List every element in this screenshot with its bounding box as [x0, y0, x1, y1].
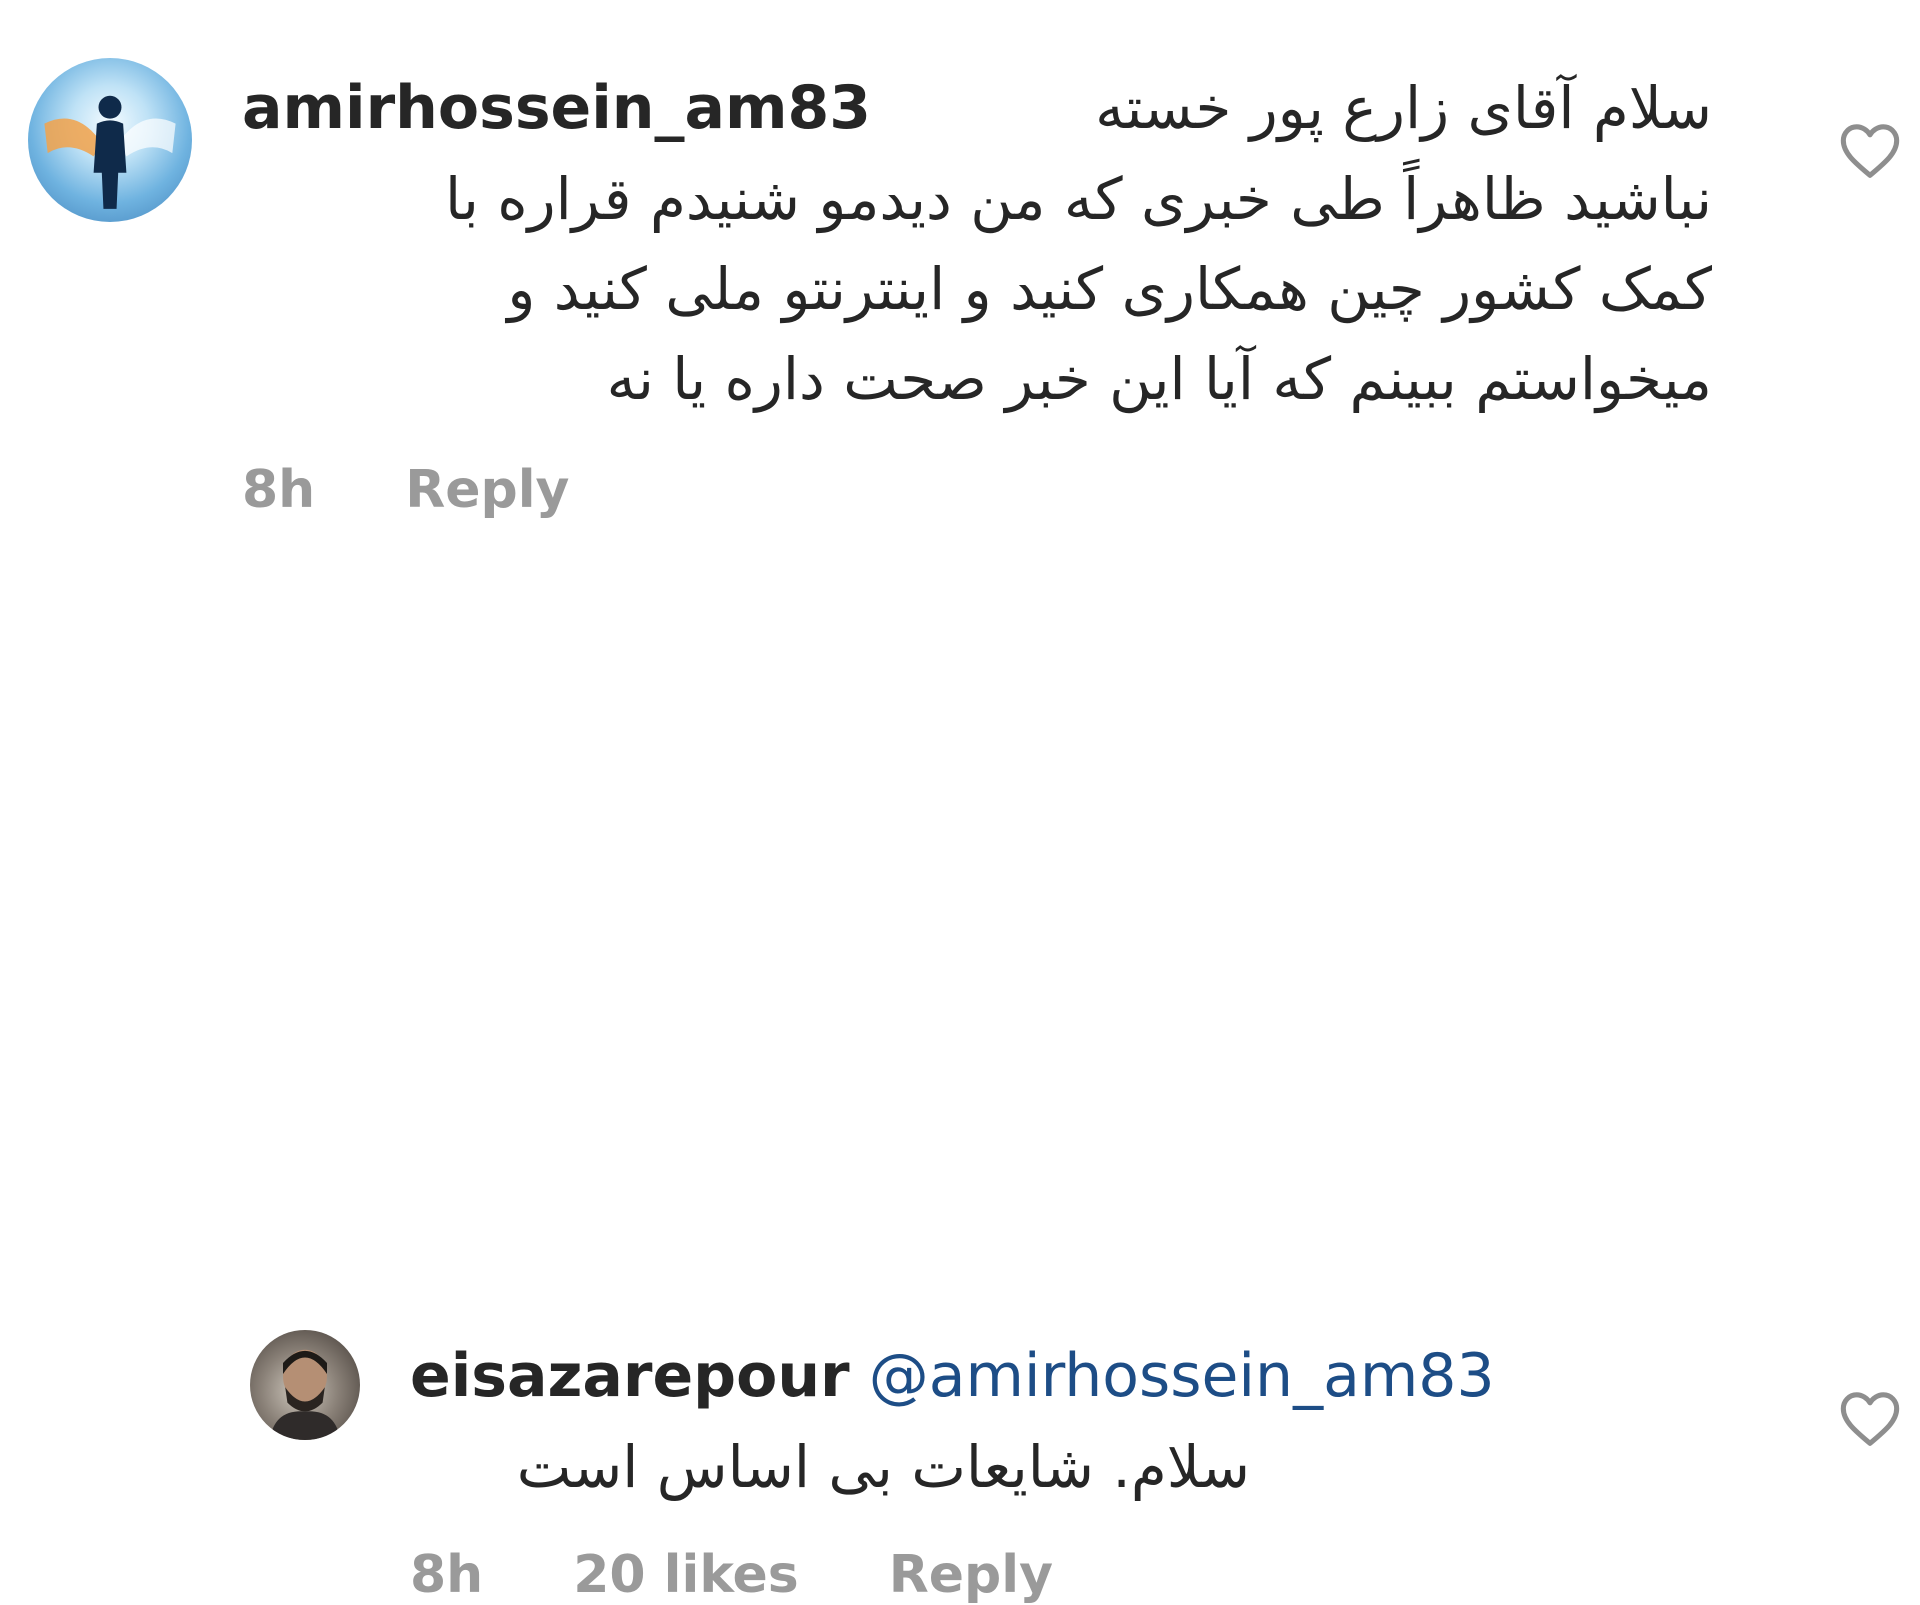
reply-button[interactable]: Reply [889, 1545, 1053, 1605]
comment-content: amirhossein_am83 سلام آقای زارع پور خسته… [242, 62, 1712, 424]
comment-username[interactable]: eisazarepour [410, 1341, 850, 1411]
avatar-figure-icon [44, 95, 176, 209]
comment-reply-item: eisazarepour @amirhossein_am83 سلام. شای… [0, 640, 1920, 1605]
comment-text-line: سلام آقای زارع پور خسته [1095, 74, 1712, 142]
heart-outline-icon[interactable] [1838, 120, 1902, 180]
comment-meta: 8h Reply [242, 460, 569, 520]
comment-username[interactable]: amirhossein_am83 [242, 62, 871, 154]
comment-text-line: نباشید ظاهراً طی خبری که من دیدمو شنیدم … [445, 165, 1712, 233]
comment-text-line: کمک کشور چین همکاری کنید و اینترنتو ملی … [507, 255, 1712, 323]
comment-timestamp: 8h [242, 460, 316, 520]
likes-count[interactable]: 20 likes [573, 1545, 799, 1605]
comment-text: سلام. شایعات بی اساس است [516, 1433, 1250, 1501]
comment-content: eisazarepour @amirhossein_am83 سلام. شای… [410, 1330, 1710, 1512]
avatar[interactable] [250, 1330, 360, 1440]
heart-outline-icon[interactable] [1838, 1388, 1902, 1448]
comment-headline: amirhossein_am83 سلام آقای زارع پور خسته [242, 62, 1712, 154]
comment-item: amirhossein_am83 سلام آقای زارع پور خسته… [0, 0, 1920, 560]
reply-button[interactable]: Reply [405, 460, 569, 520]
mention-link[interactable]: @amirhossein_am83 [869, 1341, 1495, 1411]
comment-headline: eisazarepour @amirhossein_am83 [410, 1330, 1710, 1422]
comment-meta: 8h 20 likes Reply [410, 1545, 1053, 1605]
comment-text-line: میخواستم ببینم که آیا این خبر صحت داره ی… [606, 345, 1712, 413]
avatar[interactable] [28, 58, 192, 222]
comment-timestamp: 8h [410, 1545, 484, 1605]
avatar-portrait-icon [269, 1349, 341, 1440]
